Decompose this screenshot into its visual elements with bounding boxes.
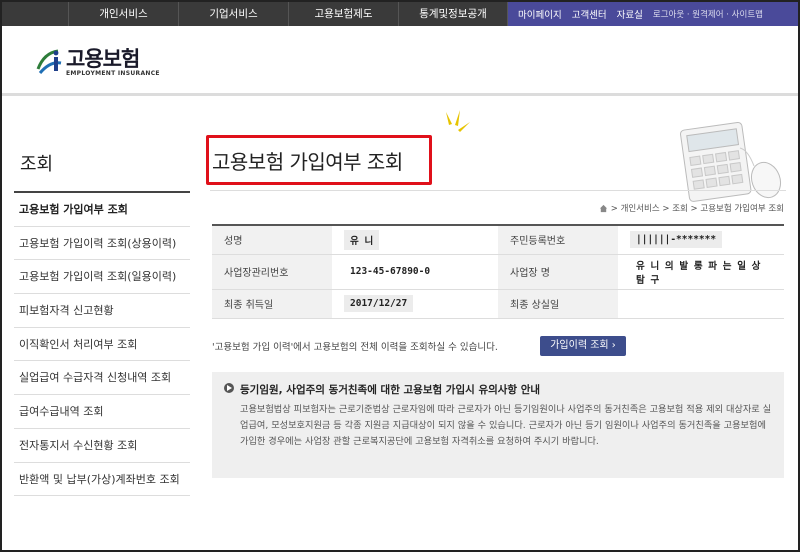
sidebar-item-report-status[interactable]: 피보험자격 신고현황 bbox=[14, 294, 190, 328]
arrow-right-icon bbox=[224, 383, 234, 393]
nav-mypage[interactable]: 마이페이지 bbox=[518, 7, 562, 21]
notice-title: 등기임원, 사업주의 동거친족에 대한 고용보험 가입시 유의사항 안내 bbox=[240, 384, 541, 396]
biz-number-label: 사업장관리번호 bbox=[212, 254, 332, 290]
notice-body: 고용보험법상 피보험자는 근로기준법상 근로자임에 따라 근로자가 아닌 등기임… bbox=[240, 404, 772, 447]
nav-util-links[interactable]: 로그아웃 · 원격제어 · 사이트맵 bbox=[653, 8, 763, 20]
table-row: 사업장관리번호 123-45-67890-0 사업장 명 유 니 의 발 롱 파… bbox=[212, 254, 784, 290]
sidebar-item-history-regular[interactable]: 고용보험 가입이력 조회(상용이력) bbox=[14, 227, 190, 261]
nav-customer-center[interactable]: 고객센터 bbox=[572, 7, 607, 21]
logo-english: EMPLOYMENT INSURANCE bbox=[66, 69, 160, 77]
title-divider bbox=[210, 190, 786, 191]
sidebar-item-history-daily[interactable]: 고용보험 가입이력 조회(일용이력) bbox=[14, 260, 190, 295]
loss-date-value bbox=[618, 289, 784, 319]
site-logo[interactable]: 고용보험 EMPLOYMENT INSURANCE bbox=[34, 44, 160, 80]
sidebar-item-benefit-history[interactable]: 급여수급내역 조회 bbox=[14, 395, 190, 429]
sidebar-item-enrollment-status[interactable]: 고용보험 가입여부 조회 bbox=[14, 193, 190, 227]
history-note: '고용보험 가입 이력'에서 고용보험의 전체 이력을 조회하실 수 있습니다. bbox=[212, 342, 498, 353]
site-header: 고용보험 EMPLOYMENT INSURANCE bbox=[2, 26, 798, 96]
name-value: 유 니 bbox=[344, 229, 380, 250]
nav-statistics[interactable]: 통계및정보공개 bbox=[398, 2, 508, 26]
nav-business-services[interactable]: 기업서비스 bbox=[178, 2, 288, 26]
name-label: 성명 bbox=[212, 225, 332, 255]
notice-box: 등기임원, 사업주의 동거친족에 대한 고용보험 가입시 유의사항 안내 고용보… bbox=[212, 372, 784, 478]
biz-name-label: 사업장 명 bbox=[498, 254, 618, 290]
sidebar-item-e-notice[interactable]: 전자통지서 수신현황 조회 bbox=[14, 429, 190, 463]
history-lookup-button[interactable]: 가입이력 조회 › bbox=[540, 336, 626, 356]
acquisition-date-label: 최종 취득일 bbox=[212, 289, 332, 319]
rrn-value: ||||||-******* bbox=[630, 231, 723, 249]
page-title: 고용보험 가입여부 조회 bbox=[212, 150, 403, 174]
breadcrumb: > 개인서비스 > 조회 > 고용보험 가입여부 조회 bbox=[599, 202, 784, 214]
acquisition-date-value: 2017/12/27 bbox=[344, 295, 414, 312]
table-row: 성명 유 니 주민등록번호 ||||||-******* bbox=[212, 225, 784, 255]
rrn-label: 주민등록번호 bbox=[498, 225, 618, 255]
biz-name-value: 유 니 의 발 롱 파 는 일 상 탐 구 bbox=[636, 260, 761, 286]
main-nav: 개인서비스 기업서비스 고용보험제도 통계및정보공개 bbox=[68, 2, 508, 26]
sub-nav: 마이페이지 고객센터 자료실 로그아웃 · 원격제어 · 사이트맵 bbox=[508, 2, 798, 26]
breadcrumb-path: > 개인서비스 > 조회 > 고용보험 가입여부 조회 bbox=[610, 204, 784, 214]
table-row: 최종 취득일 2017/12/27 최종 상실일 bbox=[212, 289, 784, 319]
sparkle-icon bbox=[446, 110, 470, 132]
top-nav: 개인서비스 기업서비스 고용보험제도 통계및정보공개 마이페이지 고객센터 자료… bbox=[2, 2, 798, 26]
sidebar-menu: 고용보험 가입여부 조회 고용보험 가입이력 조회(상용이력) 고용보험 가입이… bbox=[14, 191, 190, 497]
nav-personal-services[interactable]: 개인서비스 bbox=[68, 2, 178, 26]
calculator-mouse-illustration-icon bbox=[680, 122, 782, 202]
loss-date-label: 최종 상실일 bbox=[498, 289, 618, 319]
biz-number-value: 123-45-67890-0 bbox=[350, 266, 431, 277]
sidebar-item-refund-account[interactable]: 반환액 및 납부(가상)계좌번호 조회 bbox=[14, 463, 190, 497]
logo-korean: 고용보험 bbox=[66, 46, 140, 71]
home-icon[interactable] bbox=[599, 204, 608, 213]
sidebar-item-unemployment-claim[interactable]: 실업급여 수급자격 신청내역 조회 bbox=[14, 361, 190, 396]
sidebar-title: 조회 bbox=[20, 154, 54, 175]
nav-archive[interactable]: 자료실 bbox=[617, 7, 643, 21]
sidebar-item-separation-cert[interactable]: 이직확인서 처리여부 조회 bbox=[14, 328, 190, 362]
employment-insurance-logo-icon bbox=[36, 49, 62, 74]
nav-insurance-system[interactable]: 고용보험제도 bbox=[288, 2, 398, 26]
enrollment-info-table: 성명 유 니 주민등록번호 ||||||-******* 사업장관리번호 123… bbox=[212, 224, 784, 319]
